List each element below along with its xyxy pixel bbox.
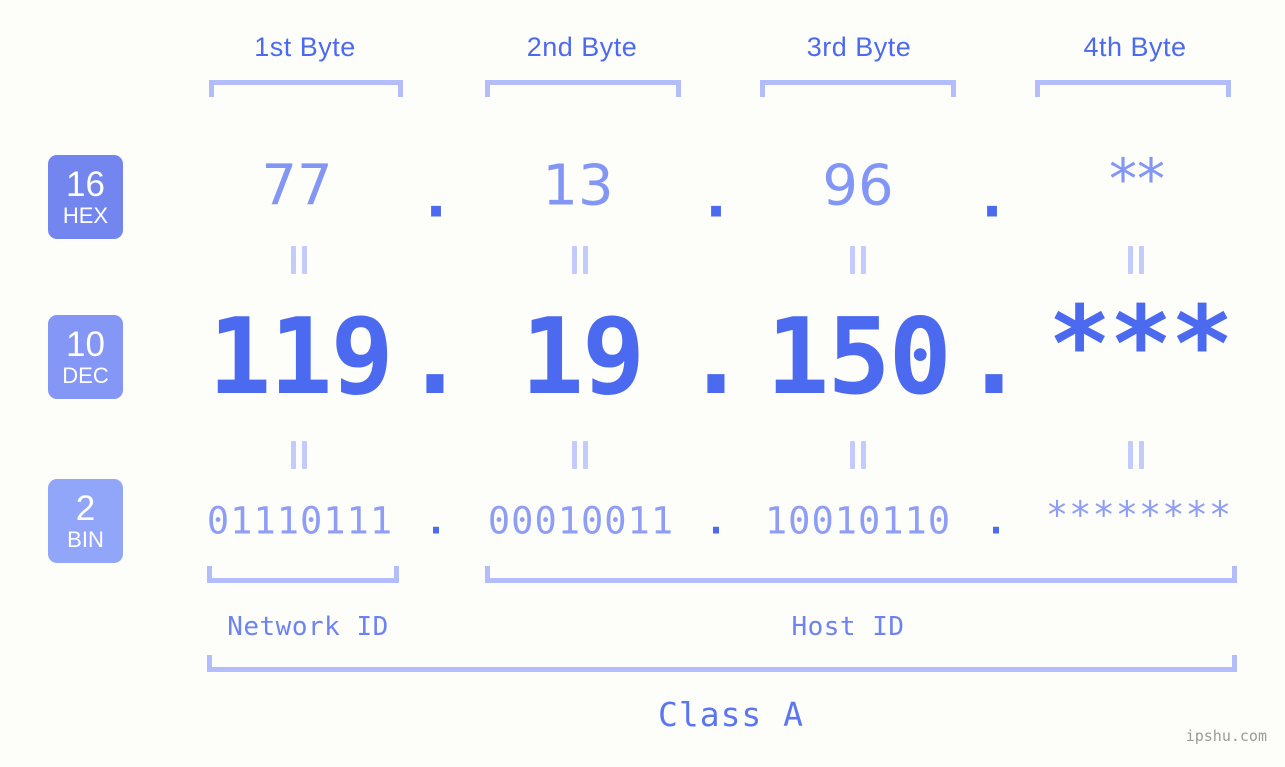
base-badge-dec[interactable]: 10 DEC — [48, 315, 123, 399]
equals-mark-dec-bin-4 — [1128, 441, 1144, 469]
byte-bracket-top-2 — [485, 80, 681, 97]
base-badge-bin[interactable]: 2 BIN — [48, 479, 123, 563]
byte-header-4: 4th Byte — [1083, 32, 1187, 62]
equals-mark-dec-bin-2 — [572, 441, 588, 469]
hex-byte-3: 96 — [822, 153, 894, 219]
ip-address-breakdown-diagram: 1st Byte 2nd Byte 3rd Byte 4th Byte 16 H… — [0, 0, 1285, 767]
dec-separator-2: . — [684, 296, 748, 418]
byte-header-1: 1st Byte — [254, 32, 356, 62]
equals-mark-hex-dec-2 — [572, 246, 588, 274]
dec-separator-1: . — [403, 296, 467, 418]
byte-header-3: 3rd Byte — [806, 32, 912, 62]
bin-separator-2: . — [704, 499, 728, 543]
network-id-label: Network ID — [227, 612, 389, 642]
equals-mark-hex-dec-4 — [1128, 246, 1144, 274]
byte-bracket-top-4 — [1035, 80, 1231, 97]
bin-separator-3: . — [984, 499, 1008, 543]
hex-byte-4: ** — [1109, 147, 1165, 213]
base-badge-hex[interactable]: 16 HEX — [48, 155, 123, 239]
equals-mark-hex-dec-1 — [291, 246, 307, 274]
bin-byte-3: 10010110 — [764, 499, 952, 543]
equals-mark-dec-bin-3 — [850, 441, 866, 469]
class-bracket — [207, 655, 1237, 672]
byte-bracket-top-3 — [760, 80, 956, 97]
base-badge-bin-label: BIN — [67, 527, 104, 552]
equals-mark-hex-dec-3 — [850, 246, 866, 274]
host-id-bracket — [485, 566, 1237, 583]
base-badge-hex-number: 16 — [66, 165, 105, 204]
byte-bracket-top-1 — [209, 80, 403, 97]
base-badge-hex-label: HEX — [62, 203, 109, 228]
equals-mark-dec-bin-1 — [291, 441, 307, 469]
class-label: Class A — [657, 695, 805, 734]
site-watermark: ipshu.com — [1185, 727, 1267, 745]
dec-separator-3: . — [962, 296, 1026, 418]
dec-byte-4: *** — [1048, 284, 1234, 406]
hex-separator-2: . — [705, 165, 727, 231]
bin-byte-2: 00010011 — [487, 499, 675, 543]
hex-byte-2: 13 — [542, 153, 614, 219]
bin-byte-4: ******** — [1045, 493, 1233, 537]
dec-byte-2: 19 — [520, 296, 645, 418]
hex-separator-3: . — [981, 165, 1003, 231]
base-badge-dec-number: 10 — [66, 325, 105, 364]
bin-byte-1: 01110111 — [206, 499, 394, 543]
hex-byte-1: 77 — [261, 153, 333, 219]
network-id-bracket — [207, 566, 399, 583]
base-badge-bin-number: 2 — [75, 489, 96, 528]
dec-byte-1: 119 — [208, 296, 394, 418]
bin-separator-1: . — [424, 499, 448, 543]
host-id-label: Host ID — [791, 612, 905, 642]
base-badge-dec-label: DEC — [62, 363, 109, 388]
hex-separator-1: . — [425, 165, 447, 231]
byte-header-2: 2nd Byte — [526, 32, 638, 62]
dec-byte-3: 150 — [766, 296, 952, 418]
